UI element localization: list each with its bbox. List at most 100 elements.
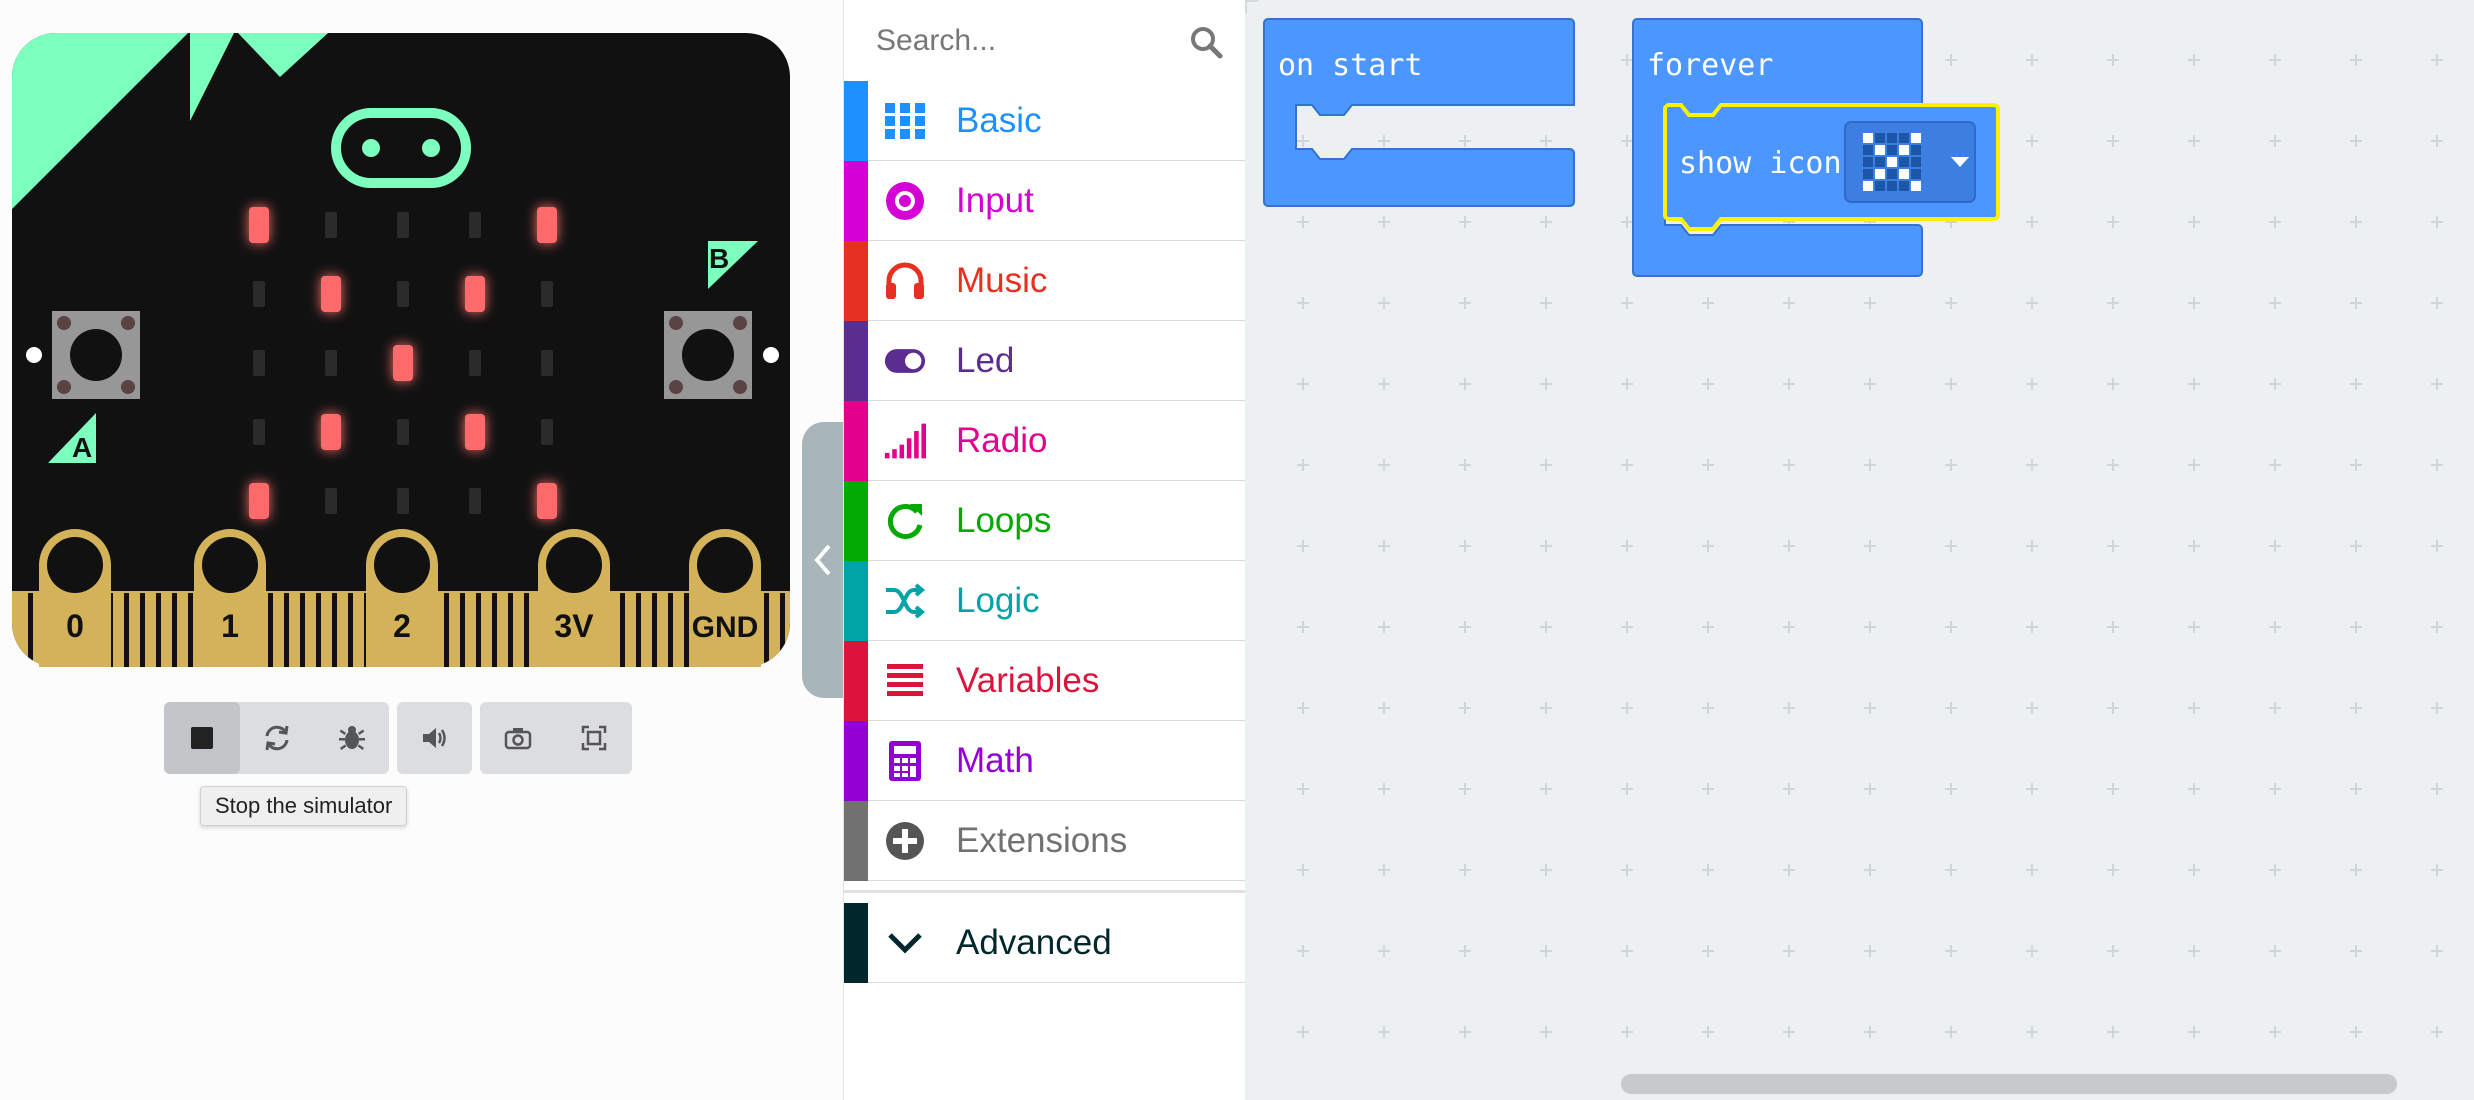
stop-icon (191, 727, 213, 749)
led-off (469, 350, 481, 376)
plus-circle-icon (884, 820, 926, 862)
category-led[interactable]: Led (844, 321, 1245, 401)
fullscreen-button[interactable] (556, 702, 632, 774)
icon-pixel-off (1863, 145, 1873, 155)
led-on (537, 207, 557, 243)
category-advanced[interactable]: Advanced (844, 903, 1245, 983)
icon-pixel-on (1911, 133, 1921, 143)
led-on (249, 483, 269, 519)
calculator-icon (884, 740, 926, 782)
category-label: Led (956, 341, 1015, 380)
screenshot-button[interactable] (480, 702, 556, 774)
led-off (253, 419, 265, 445)
category-label: Variables (956, 661, 1100, 700)
simulator-panel: A B 0 1 2 3V GND Stop the simulator (0, 0, 843, 1100)
icon-pixel-off (1875, 133, 1885, 143)
led-off (397, 488, 409, 514)
pin-label: 2 (393, 608, 411, 644)
icon-pixel-on (1899, 169, 1909, 179)
led-on (393, 345, 413, 381)
icon-pixel-on (1863, 181, 1873, 191)
icon-pixel-on (1911, 181, 1921, 191)
category-stripe (844, 903, 868, 983)
led-off (541, 350, 553, 376)
pin-3v[interactable]: 3V (538, 529, 610, 667)
pin-label: 1 (221, 608, 239, 644)
debug-button[interactable] (314, 702, 390, 774)
led-on (465, 414, 485, 450)
restart-icon (265, 725, 289, 751)
category-music[interactable]: Music (844, 241, 1245, 321)
button-a-label: A (72, 432, 92, 463)
icon-pixel-off (1887, 169, 1897, 179)
restart-button[interactable] (239, 702, 315, 774)
icon-pixel-off (1863, 157, 1873, 167)
on-start-label: on start (1278, 48, 1423, 83)
show-icon-block[interactable]: show icon (1663, 103, 2000, 231)
pin-1[interactable]: 1 (194, 529, 266, 667)
icon-pixel-off (1899, 157, 1909, 167)
icon-pixel-off (1863, 169, 1873, 179)
icon-pixel-off (1887, 181, 1897, 191)
category-label: Input (956, 181, 1034, 220)
category-label: Music (956, 261, 1048, 300)
icon-pixel-off (1899, 133, 1909, 143)
button-b[interactable] (664, 311, 752, 399)
category-math[interactable]: Math (844, 721, 1245, 801)
shuffle-icon (884, 580, 926, 622)
pin-2[interactable]: 2 (366, 529, 438, 667)
on-start-block[interactable]: on start (1263, 18, 1575, 207)
icon-pixel-off (1875, 181, 1885, 191)
icon-pixel-off (1911, 157, 1921, 167)
speaker-icon (423, 728, 446, 748)
icon-pixel-on (1875, 169, 1885, 179)
category-radio[interactable]: Radio (844, 401, 1245, 481)
category-stripe (844, 481, 868, 561)
led-off (469, 212, 481, 238)
icon-pixel-off (1875, 157, 1885, 167)
icon-dropdown[interactable] (1844, 121, 1976, 203)
category-label: Advanced (956, 923, 1112, 962)
pin-label: 3V (554, 608, 594, 644)
category-stripe (844, 401, 868, 481)
category-stripe (844, 241, 868, 321)
category-stripe (844, 801, 868, 881)
icon-pixel-on (1899, 145, 1909, 155)
search-input[interactable] (874, 14, 1178, 68)
category-stripe (844, 81, 868, 161)
pin-0[interactable]: 0 (39, 529, 111, 667)
search-bar (844, 0, 1245, 80)
horizontal-scrollbar[interactable] (1621, 1074, 2397, 1094)
category-variables[interactable]: Variables (844, 641, 1245, 721)
stop-tooltip: Stop the simulator (200, 786, 408, 826)
icon-pixel-on (1887, 157, 1897, 167)
pin-gnd[interactable]: GND (689, 529, 761, 667)
collapse-simulator-button[interactable] (802, 422, 844, 698)
category-logic[interactable]: Logic (844, 561, 1245, 641)
led-off (253, 281, 265, 307)
category-extensions[interactable]: Extensions (844, 801, 1245, 881)
input-icon (884, 180, 926, 222)
search-icon (1191, 27, 1223, 59)
category-label: Radio (956, 421, 1048, 460)
mute-button[interactable] (397, 702, 473, 774)
camera-icon (504, 728, 532, 750)
category-label: Logic (956, 581, 1040, 620)
category-input[interactable]: Input (844, 161, 1245, 241)
category-label: Extensions (956, 821, 1128, 860)
show-icon-label: show icon (1679, 146, 1842, 181)
category-loops[interactable]: Loops (844, 481, 1245, 561)
stop-button[interactable] (164, 702, 240, 774)
icon-pixel-on (1875, 145, 1885, 155)
blocks-workspace[interactable]: on start forever show icon (1245, 0, 2474, 1100)
led-on (249, 207, 269, 243)
category-label: Basic (956, 101, 1042, 140)
category-basic[interactable]: Basic (844, 81, 1245, 161)
search-button[interactable] (1184, 20, 1228, 64)
led-off (325, 212, 337, 238)
category-label: Math (956, 741, 1034, 780)
loop-icon (884, 500, 926, 542)
list-icon (884, 660, 926, 702)
button-a[interactable] (52, 311, 140, 399)
right-edge-dot (763, 347, 779, 363)
